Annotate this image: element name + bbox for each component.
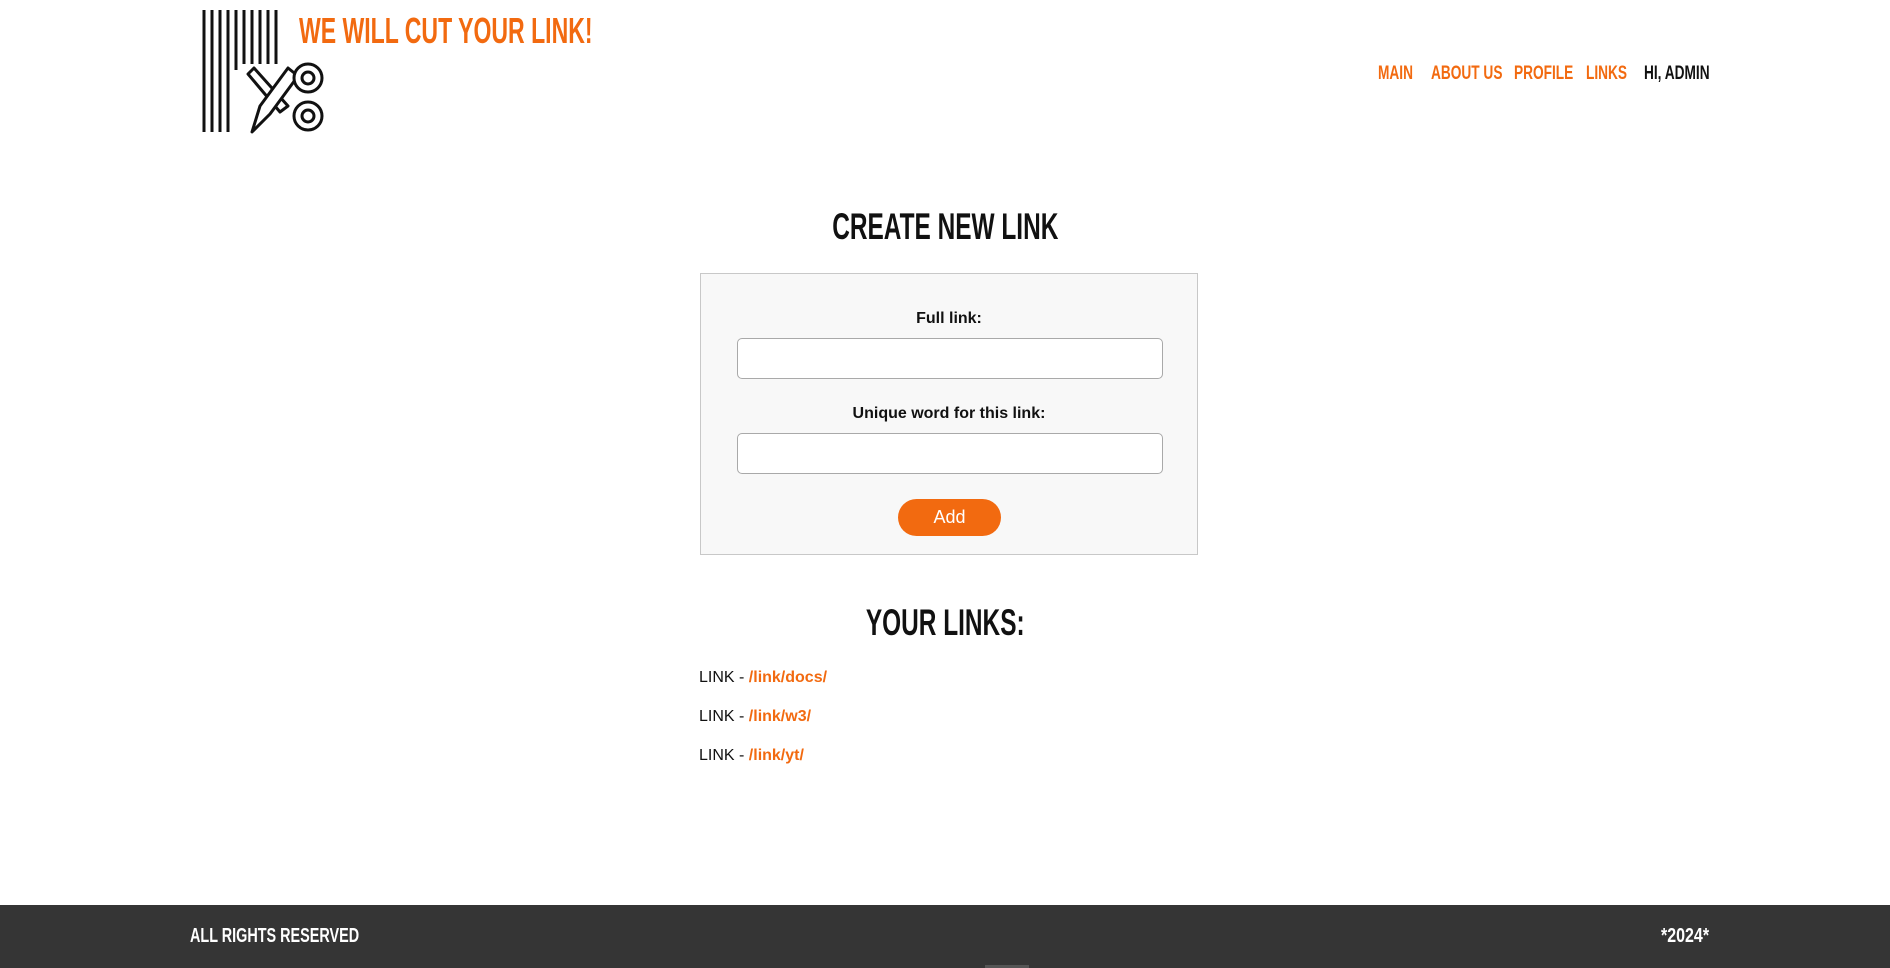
your-links-title: YOUR LINKS: [0, 600, 1890, 646]
link-prefix: LINK - [699, 669, 749, 686]
nav-links-link[interactable]: LINKS [1586, 60, 1643, 88]
link-url[interactable]: /link/docs/ [749, 669, 827, 686]
footer-rights-text: ALL RIGHTS RESERVED [190, 925, 360, 947]
link-url[interactable]: /link/w3/ [749, 708, 811, 725]
link-url[interactable]: /link/yt/ [749, 747, 804, 764]
full-link-label: Full link: [916, 310, 982, 327]
user-greeting-label: HI, ADMIN [1644, 63, 1710, 84]
unique-word-label: Unique word for this link: [852, 405, 1046, 422]
footer-year-text: *2024* [1660, 925, 1709, 947]
user-greeting: HI, ADMIN [1644, 60, 1735, 88]
create-link-form: Full link: Unique word for this link: Ad… [700, 273, 1198, 555]
nav-links-label: LINKS [1586, 63, 1628, 84]
footer-year: *2024* [1649, 923, 1709, 949]
footer: ALL RIGHTS RESERVED *2024* [0, 905, 1890, 968]
nav-main-label: MAIN [1378, 63, 1413, 84]
create-link-title: CREATE NEW LINK [0, 204, 1890, 250]
add-button[interactable]: Add [898, 499, 1001, 536]
nav-main-link[interactable]: MAIN [1378, 60, 1427, 88]
footer-rights: ALL RIGHTS RESERVED [190, 923, 425, 949]
your-links-title-text: YOUR LINKS: [865, 602, 1025, 643]
nav-profile-label: PROFILE [1514, 63, 1574, 84]
site-title: WE WILL CUT YOUR LINK! [299, 10, 593, 51]
nav-profile-link[interactable]: PROFILE [1514, 60, 1596, 88]
create-link-title-text: CREATE NEW LINK [831, 206, 1059, 247]
link-prefix: LINK - [699, 708, 749, 725]
nav-about-label: ABOUT US [1431, 63, 1503, 84]
list-item: LINK - /link/docs/ [699, 668, 827, 688]
full-link-input[interactable] [737, 338, 1163, 379]
list-item: LINK - /link/w3/ [699, 707, 811, 727]
list-item: LINK - /link/yt/ [699, 746, 804, 766]
link-prefix: LINK - [699, 747, 749, 764]
unique-word-input[interactable] [737, 433, 1163, 474]
